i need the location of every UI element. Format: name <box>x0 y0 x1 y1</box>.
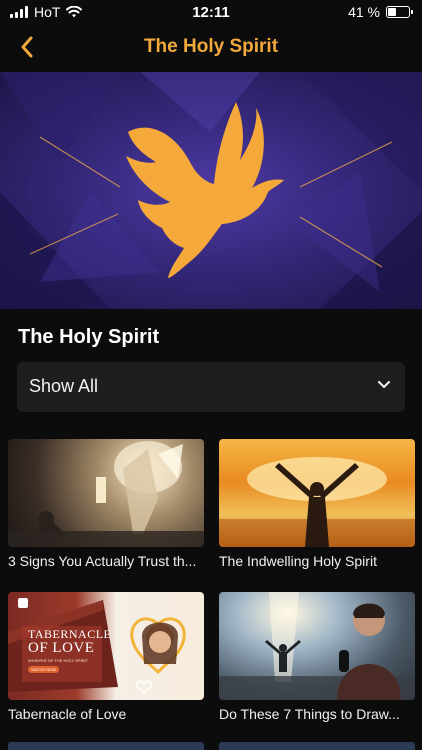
filter-selected-value: Show All <box>29 376 99 396</box>
video-title: The Indwelling Holy Spirit <box>219 553 377 569</box>
heart-icon <box>136 680 152 694</box>
hero-artwork <box>0 72 422 309</box>
video-card[interactable]: The Indwelling Holy Spirit <box>219 439 415 569</box>
page-title: The Holy Spirit <box>143 36 279 57</box>
video-thumbnail <box>8 439 204 547</box>
video-card[interactable]: TABERNACLE OF LOVE WHISPER OF THE HOLY S… <box>8 592 204 722</box>
section-title: The Holy Spirit <box>18 326 160 348</box>
filter-dropdown[interactable]: Show All <box>17 362 405 412</box>
battery-percent: 41 % <box>348 4 380 20</box>
thumb-subheading: WHISPER OF THE HOLY SPIRIT <box>28 658 89 663</box>
video-title: Tabernacle of Love <box>8 706 127 722</box>
status-bar: HoT 12:11 41 % <box>0 0 422 24</box>
video-title: 3 Signs You Actually Trust th... <box>8 553 197 569</box>
video-thumbnail-peek <box>8 742 204 750</box>
video-title: Do These 7 Things to Draw... <box>219 706 400 722</box>
nav-bar: The Holy Spirit <box>0 24 422 72</box>
chevron-down-icon <box>378 381 390 388</box>
thumb-watch-now: WATCH NOW <box>28 666 60 673</box>
dove-icon <box>126 102 284 278</box>
status-right: 41 % <box>348 4 413 20</box>
battery-icon <box>386 6 413 18</box>
next-row-peek <box>0 742 422 750</box>
thumb-heading: TABERNACLE OF LOVE <box>28 627 112 656</box>
video-thumbnail <box>219 439 415 547</box>
video-card[interactable]: Do These 7 Things to Draw... <box>219 592 415 722</box>
video-thumbnail-peek <box>219 742 415 750</box>
hero-banner <box>0 72 422 309</box>
video-thumbnail: TABERNACLE OF LOVE WHISPER OF THE HOLY S… <box>8 592 204 700</box>
video-card[interactable]: 3 Signs You Actually Trust th... <box>8 439 204 569</box>
video-thumbnail <box>219 592 415 700</box>
